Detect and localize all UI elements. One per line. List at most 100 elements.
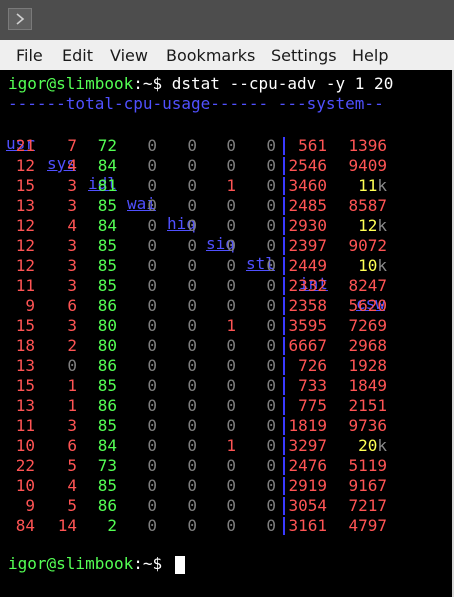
cell-sys: 6 [67,436,77,455]
cell-sys: 3 [67,196,77,215]
menu-help[interactable]: Help [352,46,388,65]
cell-csw: 5620 [348,296,387,315]
cell-sys: 3 [67,416,77,435]
cell-usr: 18 [15,336,35,355]
cell-wai: 0 [147,136,157,155]
command-text: dstat --cpu-adv -y 1 20 [171,74,394,93]
column-separator [283,337,285,355]
column-separator [283,377,285,395]
cell-siq: 0 [226,276,236,295]
system-group-header: ---system-- [277,94,384,113]
cell-siq: 0 [226,356,236,375]
cell-stl: 0 [266,316,276,335]
cell-wai: 0 [147,396,157,415]
cell-csw: 5119 [348,456,387,475]
cell-usr: 10 [15,476,35,495]
cell-idl: 85 [97,236,117,255]
column-separator [283,437,285,455]
cell-usr: 12 [15,256,35,275]
window-titlebar [0,0,454,40]
menu-view[interactable]: View [110,46,148,65]
terminal-icon[interactable] [8,8,32,30]
cell-hiq: 0 [187,296,197,315]
cell-hiq: 0 [187,176,197,195]
cell-siq: 0 [226,476,236,495]
cell-wai: 0 [147,496,157,515]
cell-hiq: 0 [187,236,197,255]
cell-hiq: 0 [187,436,197,455]
menu-settings[interactable]: Settings [271,46,337,65]
cell-idl: 86 [97,396,117,415]
cell-csw: 1396 [348,136,387,155]
column-separator [283,457,285,475]
cell-siq: 1 [226,316,236,335]
column-separator [283,397,285,415]
cell-int: 775 [298,396,327,415]
cell-int: 726 [298,356,327,375]
cell-siq: 0 [226,456,236,475]
cell-wai: 0 [147,296,157,315]
cell-siq: 0 [226,376,236,395]
cell-idl: 80 [97,336,117,355]
cell-csw: 20k [358,436,387,455]
cell-sys: 4 [67,476,77,495]
prompt-user-host: igor@slimbook [8,554,134,573]
cell-hiq: 0 [187,316,197,335]
cell-sys: 5 [67,496,77,515]
cell-csw: 1928 [348,356,387,375]
cell-stl: 0 [266,136,276,155]
cell-idl: 86 [97,296,117,315]
cell-sys: 3 [67,256,77,275]
cell-siq: 0 [226,236,236,255]
cell-wai: 0 [147,476,157,495]
cell-wai: 0 [147,236,157,255]
cell-siq: 1 [226,436,236,455]
column-separator [283,177,285,195]
cell-siq: 0 [226,256,236,275]
cell-sys: 1 [67,396,77,415]
cell-siq: 0 [226,296,236,315]
cell-idl: 85 [97,276,117,295]
cell-int: 2485 [288,196,327,215]
header-groups: ------total-cpu-usage------ ---system-- [8,94,384,114]
cell-int: 3054 [288,496,327,515]
cell-stl: 0 [266,276,276,295]
cpu-group-header: ------total-cpu-usage------ [8,94,269,113]
cell-siq: 0 [226,136,236,155]
cell-int: 2397 [288,236,327,255]
column-headers: usr sys idl wai hiq siq stl int csw [0,114,385,313]
cell-idl: 2 [107,516,117,535]
cell-sys: 3 [67,176,77,195]
cell-hiq: 0 [187,276,197,295]
cell-hiq: 0 [187,496,197,515]
cell-csw: 7217 [348,496,387,515]
cell-siq: 0 [226,336,236,355]
menu-bar: File Edit View Bookmarks Settings Help [0,40,454,70]
cell-int: 561 [298,136,327,155]
cell-hiq: 0 [187,356,197,375]
cell-wai: 0 [147,156,157,175]
menu-bookmarks[interactable]: Bookmarks [166,46,255,65]
cell-int: 2476 [288,456,327,475]
cell-stl: 0 [266,476,276,495]
cell-idl: 85 [97,196,117,215]
cell-int: 2930 [288,216,327,235]
cell-int: 733 [298,376,327,395]
column-separator [283,277,285,295]
cell-usr: 12 [15,156,35,175]
cell-siq: 0 [226,496,236,515]
cell-siq: 0 [226,516,236,535]
terminal-output[interactable]: igor@slimbook:~$ dstat --cpu-adv -y 1 20… [0,70,454,597]
cell-hiq: 0 [187,156,197,175]
cell-stl: 0 [266,336,276,355]
menu-file[interactable]: File [16,46,43,65]
cell-csw: 2151 [348,396,387,415]
cell-hiq: 0 [187,476,197,495]
prompt-user-host: igor@slimbook [8,74,134,93]
cell-hiq: 0 [187,416,197,435]
cell-idl: 84 [97,156,117,175]
cell-usr: 15 [15,176,35,195]
prompt-symbol: $ [152,554,172,573]
menu-edit[interactable]: Edit [62,46,93,65]
cell-wai: 0 [147,176,157,195]
